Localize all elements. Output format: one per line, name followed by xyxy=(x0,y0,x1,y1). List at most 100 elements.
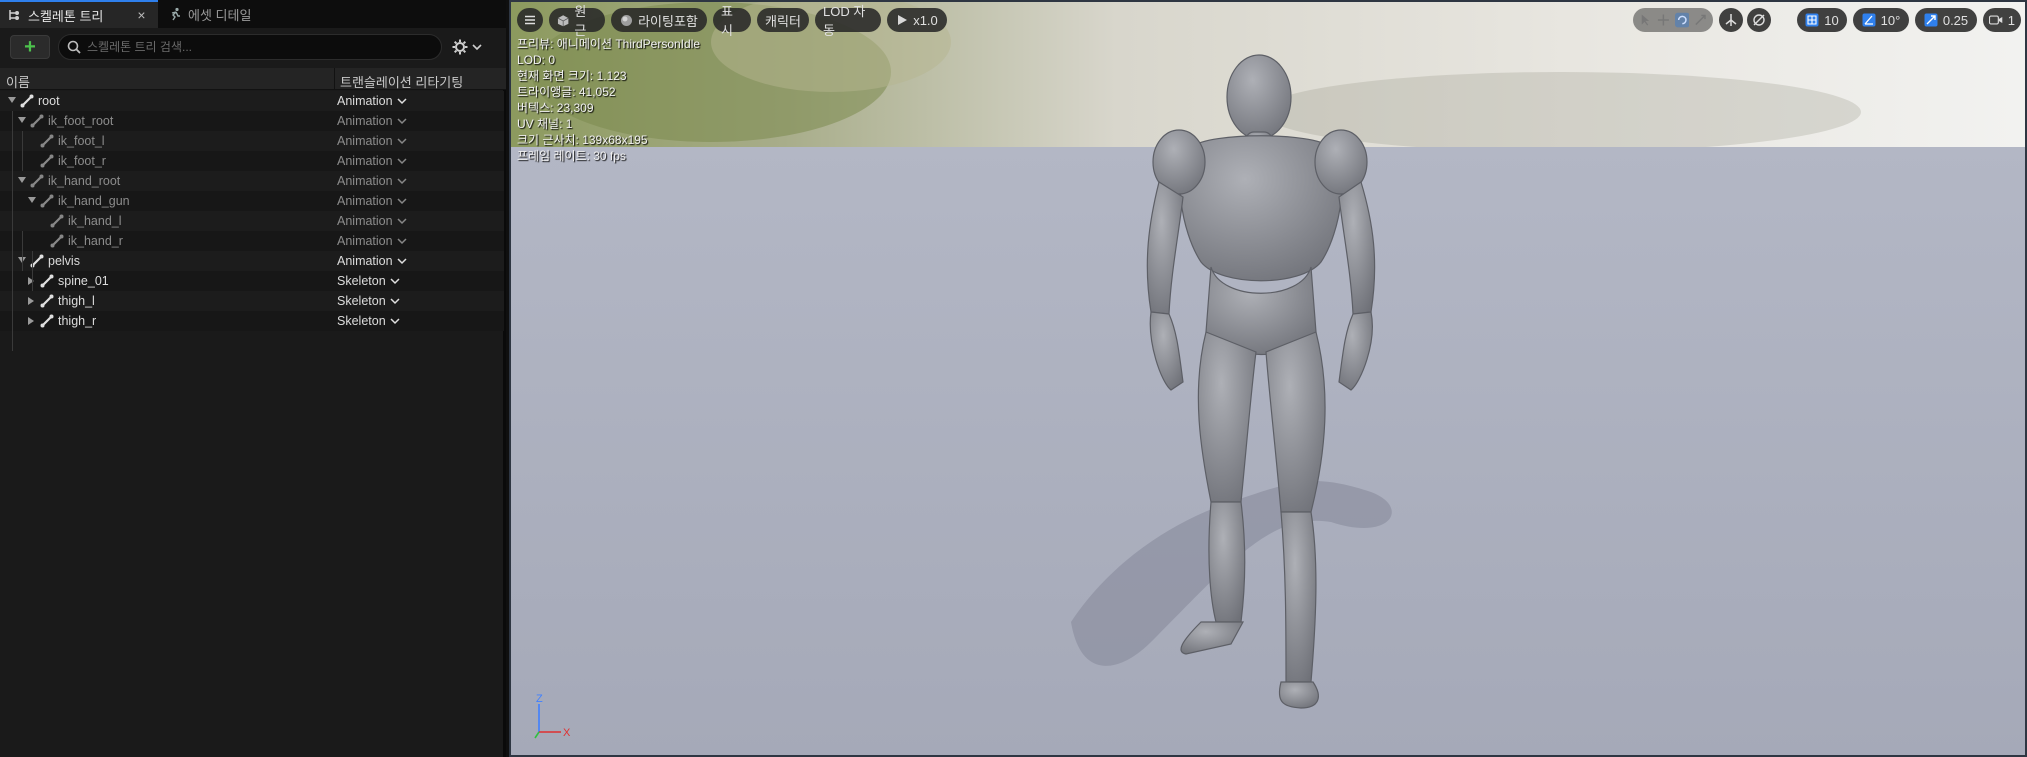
retarget-mode-value: Animation xyxy=(337,214,393,228)
retarget-mode-dropdown[interactable]: Animation xyxy=(337,254,407,268)
search-input[interactable] xyxy=(87,40,427,54)
stat-triangles: 트라이앵글: 41,052 xyxy=(517,85,616,99)
bone-icon xyxy=(40,274,54,288)
chevron-down-icon xyxy=(397,138,407,145)
select-cursor-icon[interactable] xyxy=(1639,13,1652,27)
stat-approx-size: 크기 근사치: 139x68x195 xyxy=(517,133,648,147)
tab-skeleton-tree[interactable]: 스켈레톤 트리 × xyxy=(0,0,158,28)
expand-arrow-icon[interactable] xyxy=(8,97,16,103)
lighting-mode-button[interactable]: 라이팅포함 xyxy=(611,8,707,32)
tree-guide-line xyxy=(22,231,23,271)
rotation-snap-value: 10° xyxy=(1880,12,1901,28)
tree-row[interactable]: ik_foot_r Animation xyxy=(0,151,504,171)
bone-icon xyxy=(40,134,54,148)
retarget-mode-dropdown[interactable]: Animation xyxy=(337,114,407,128)
retarget-mode-value: Animation xyxy=(337,134,393,148)
retarget-mode-value: Skeleton xyxy=(337,294,386,308)
angle-icon xyxy=(1862,13,1876,27)
axis-y-line xyxy=(534,731,540,739)
add-button[interactable]: + xyxy=(10,35,50,59)
expand-arrow-icon[interactable] xyxy=(18,177,26,183)
rotate-icon[interactable] xyxy=(1674,12,1690,28)
tree-row[interactable]: thigh_l Skeleton xyxy=(0,291,504,311)
chevron-down-icon xyxy=(397,238,407,245)
tree-row[interactable]: ik_hand_l Animation xyxy=(0,211,504,231)
grid-snap-value: 10 xyxy=(1824,12,1839,28)
surface-snap-button[interactable] xyxy=(1747,8,1771,32)
play-speed-label: x1.0 xyxy=(913,12,938,28)
expand-arrow-icon[interactable] xyxy=(28,197,36,203)
tree-row[interactable]: ik_hand_root Animation xyxy=(0,171,504,191)
bone-icon xyxy=(40,314,54,328)
hamburger-menu-icon xyxy=(525,15,535,25)
collapse-arrow-icon[interactable] xyxy=(28,297,34,305)
retarget-mode-dropdown[interactable]: Animation xyxy=(337,194,407,208)
retarget-mode-dropdown[interactable]: Animation xyxy=(337,214,407,228)
camera-speed-button[interactable]: 1 xyxy=(1983,8,2021,32)
retarget-mode-value: Animation xyxy=(337,234,393,248)
search-box[interactable] xyxy=(58,34,442,60)
bone-name: thigh_l xyxy=(58,294,95,308)
character-button[interactable]: 캐릭터 xyxy=(757,8,809,32)
retarget-mode-dropdown[interactable]: Animation xyxy=(337,134,407,148)
stat-lod: LOD: 0 xyxy=(517,53,556,67)
settings-button[interactable] xyxy=(452,36,488,58)
tree-row[interactable]: ik_foot_l Animation xyxy=(0,131,504,151)
chevron-down-icon xyxy=(397,118,407,125)
retarget-mode-value: Animation xyxy=(337,114,393,128)
chevron-down-icon xyxy=(397,258,407,265)
scale-snap-value: 0.25 xyxy=(1942,12,1969,28)
column-separator[interactable] xyxy=(334,68,335,90)
close-icon[interactable]: × xyxy=(137,7,145,23)
scale-snap-button[interactable]: 0.25 xyxy=(1915,8,1977,32)
retarget-mode-value: Animation xyxy=(337,174,393,188)
collapse-arrow-icon[interactable] xyxy=(28,317,34,325)
retarget-mode-value: Animation xyxy=(337,94,393,108)
tab-bar: 스켈레톤 트리 × 에셋 디테일 xyxy=(0,0,506,28)
grid-snap-button[interactable]: 10 xyxy=(1797,8,1847,32)
stat-preview: 프리뷰: 애니메이션 ThirdPersonIdle xyxy=(517,37,701,51)
coordinate-space-button[interactable] xyxy=(1719,8,1743,32)
expand-arrow-icon[interactable] xyxy=(18,117,26,123)
retarget-mode-value: Animation xyxy=(337,154,393,168)
retarget-mode-dropdown[interactable]: Skeleton xyxy=(337,294,400,308)
tree-guide-line xyxy=(32,251,33,291)
grid-icon xyxy=(1805,13,1819,27)
retarget-mode-value: Skeleton xyxy=(337,314,386,328)
preview-viewport[interactable]: 원근 라이팅포함 표시 캐릭터 LOD 자동 x1.0 10 10° 0.25 … xyxy=(509,0,2027,757)
tree-row[interactable]: root Animation xyxy=(0,91,504,111)
retarget-mode-value: Animation xyxy=(337,194,393,208)
scale-icon[interactable] xyxy=(1694,13,1707,27)
retarget-mode-dropdown[interactable]: Skeleton xyxy=(337,314,400,328)
play-speed-button[interactable]: x1.0 xyxy=(887,8,947,32)
viewport-menu-button[interactable] xyxy=(517,8,543,32)
lod-button[interactable]: LOD 자동 xyxy=(815,4,881,38)
search-icon xyxy=(67,40,81,54)
retarget-mode-dropdown[interactable]: Skeleton xyxy=(337,274,400,288)
retarget-mode-dropdown[interactable]: Animation xyxy=(337,94,407,108)
tab-asset-details[interactable]: 에셋 디테일 xyxy=(160,0,290,28)
perspective-button[interactable]: 원근 xyxy=(549,4,605,38)
stat-screen-size: 현재 화면 크기: 1.123 xyxy=(517,69,627,83)
tree-row[interactable]: ik_foot_root Animation xyxy=(0,111,504,131)
translate-icon[interactable] xyxy=(1657,13,1670,27)
retarget-mode-dropdown[interactable]: Animation xyxy=(337,154,407,168)
tree-row[interactable]: ik_hand_r Animation xyxy=(0,231,504,251)
column-retarget-header[interactable]: 트랜슬레이션 리타기팅 xyxy=(340,72,463,91)
perspective-label: 원근 xyxy=(574,4,587,38)
bone-icon xyxy=(40,294,54,308)
retarget-mode-dropdown[interactable]: Animation xyxy=(337,234,407,248)
skeleton-toolbar: + xyxy=(0,28,506,68)
tree-row[interactable]: spine_01 Skeleton xyxy=(0,271,504,291)
retarget-mode-dropdown[interactable]: Animation xyxy=(337,174,407,188)
column-name-header[interactable]: 이름 xyxy=(6,72,30,91)
tree-row[interactable]: thigh_r Skeleton xyxy=(0,311,504,331)
bone-name: ik_hand_l xyxy=(68,214,122,228)
tree-row[interactable]: pelvis Animation xyxy=(0,251,504,271)
stat-vertices: 버텍스: 23,309 xyxy=(517,101,594,115)
collapse-arrow-icon[interactable] xyxy=(28,277,34,285)
scale-snap-icon xyxy=(1924,13,1938,27)
tree-row[interactable]: ik_hand_gun Animation xyxy=(0,191,504,211)
rotation-snap-button[interactable]: 10° xyxy=(1853,8,1909,32)
show-button[interactable]: 표시 xyxy=(713,4,751,38)
